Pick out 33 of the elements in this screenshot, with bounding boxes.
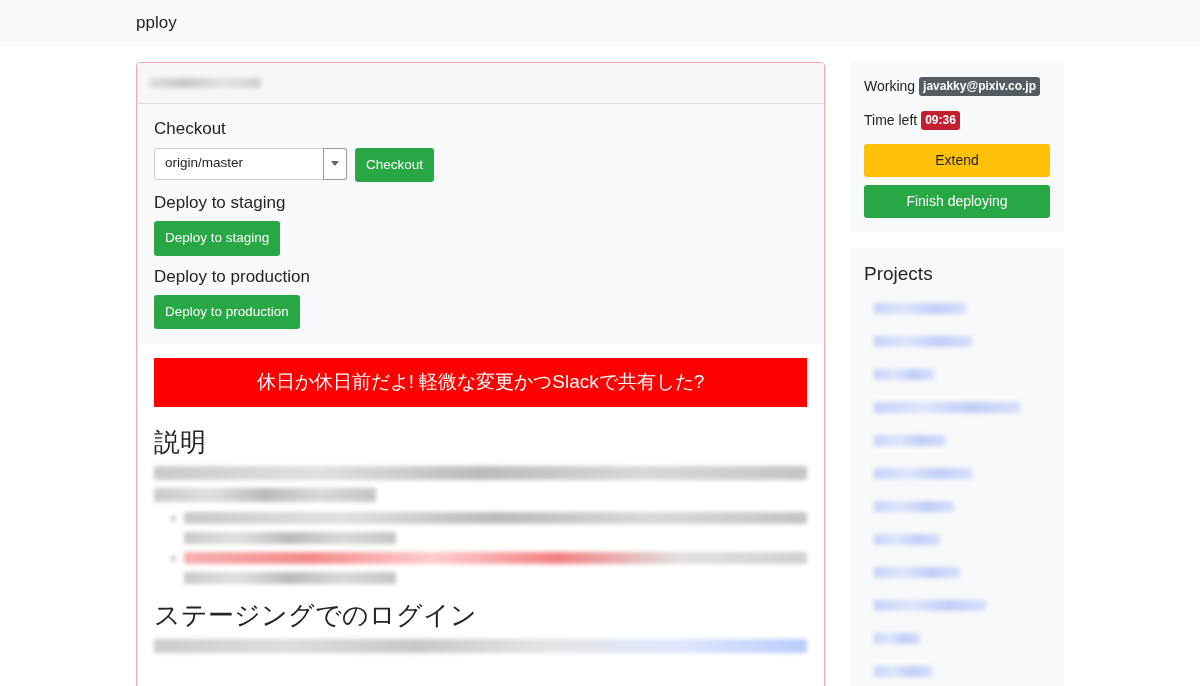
section-heading: Deploy to production [154, 265, 311, 288]
timer-badge: 09:36 [921, 111, 960, 130]
working-label: Working [864, 77, 916, 96]
project-link[interactable] [874, 467, 972, 479]
project-link[interactable] [874, 368, 934, 380]
deploy-button[interactable]: Deploy to staging [154, 221, 281, 256]
project-link[interactable] [874, 335, 972, 347]
bullet-icon [171, 555, 176, 561]
holiday-warning-banner: 休日か休日前だよ! 軽微な変更かつSlackで共有した? [154, 358, 807, 407]
extend-button[interactable]: Extend [864, 144, 1050, 177]
checkout-button[interactable]: Checkout [355, 147, 435, 182]
user-badge: javakky@pixiv.co.jp [919, 77, 1040, 96]
project-link[interactable] [874, 632, 920, 644]
project-link[interactable] [874, 401, 1020, 413]
project-link[interactable] [874, 302, 966, 314]
project-link[interactable] [874, 665, 932, 677]
branch-select[interactable]: origin/master [154, 147, 347, 180]
projects-heading: Projects [864, 262, 934, 286]
bullet-icon [171, 515, 176, 521]
project-link[interactable] [874, 533, 940, 545]
section-heading: Deploy to staging [154, 191, 287, 214]
section-heading: ステージングでのログイン [154, 599, 478, 632]
project-link[interactable] [874, 599, 986, 611]
project-link[interactable] [874, 434, 946, 446]
section-heading: Checkout [154, 118, 227, 140]
deploy-button[interactable]: Deploy to production [154, 295, 300, 330]
project-link[interactable] [874, 500, 954, 512]
project-link[interactable] [874, 566, 960, 578]
section-heading: 説明 [154, 426, 207, 458]
time-left-label: Time left [864, 111, 918, 130]
finish-deploying-button[interactable]: Finish deploying [864, 185, 1050, 218]
caret-icon [331, 161, 339, 166]
brand-link[interactable]: pploy [136, 13, 177, 32]
